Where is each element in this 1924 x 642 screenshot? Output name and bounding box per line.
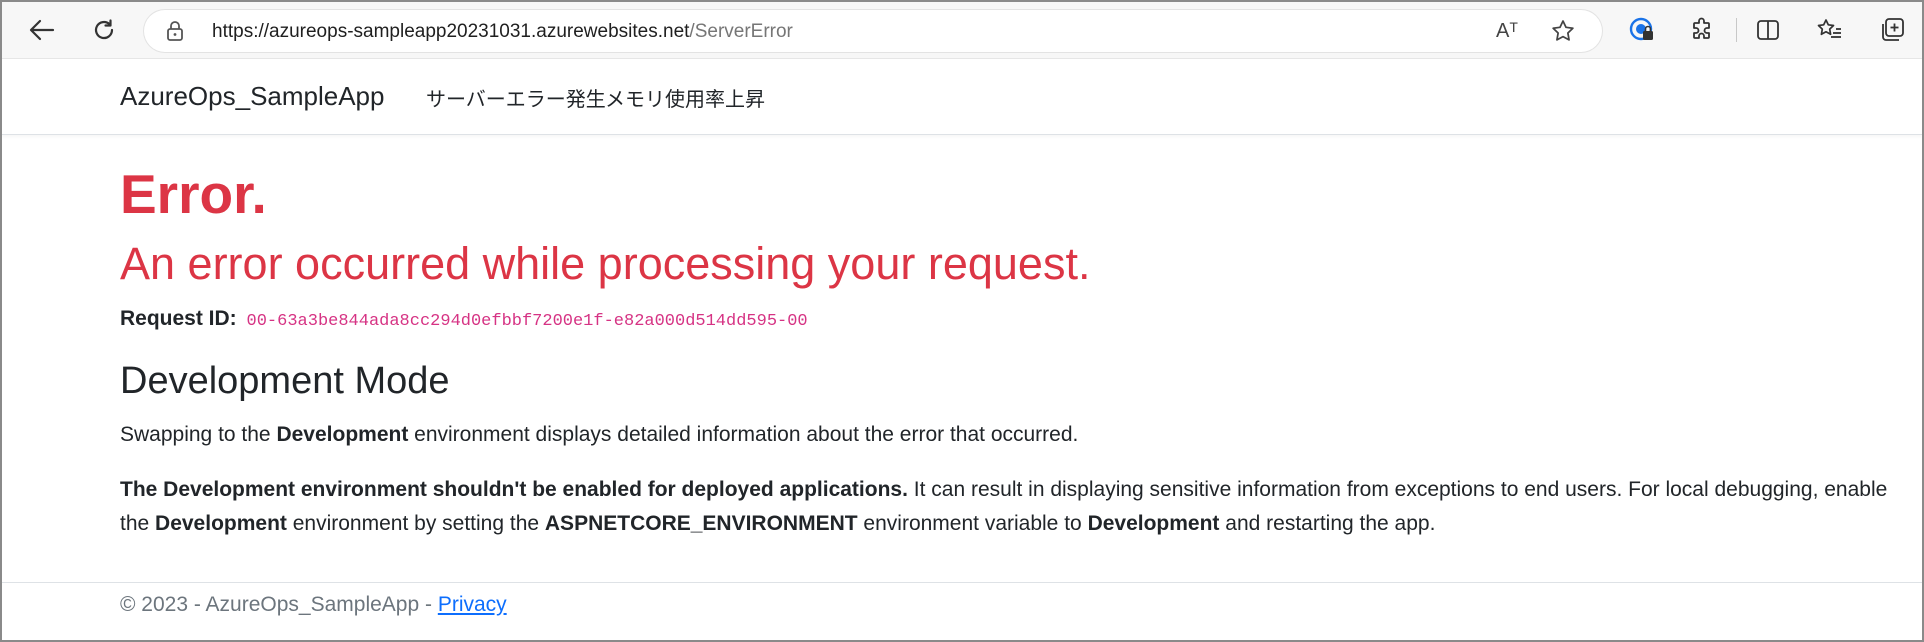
request-id-value: 00-63a3be844ada8cc294d0efbbf7200e1f-e82a… (246, 312, 808, 331)
site-navbar: AzureOps_SampleApp サーバーエラー発生 メモリ使用率上昇 (2, 59, 1922, 135)
browser-toolbar: https://azureops-sampleapp20231031.azure… (2, 2, 1922, 59)
dev-mode-paragraph-2: The Development environment shouldn't be… (120, 473, 1900, 541)
privacy-link[interactable]: Privacy (438, 593, 507, 616)
account-shield-icon[interactable] (1626, 14, 1658, 46)
back-icon[interactable] (26, 14, 58, 46)
footer-text: © 2023 - AzureOps_SampleApp - Privacy (120, 593, 507, 617)
url-text[interactable]: https://azureops-sampleapp20231031.azure… (212, 21, 793, 43)
p1-text-c: environment displays detailed informatio… (408, 423, 1079, 446)
refresh-icon[interactable] (88, 14, 120, 46)
copyright-text: © 2023 - AzureOps_SampleApp - (120, 593, 438, 616)
p2-bold-development-1: Development (155, 512, 287, 535)
collections-icon[interactable] (1876, 14, 1908, 46)
split-screen-icon[interactable] (1752, 14, 1784, 46)
p1-bold-development: Development (276, 423, 409, 446)
request-id-label: Request ID: (120, 307, 237, 330)
browser-window: https://azureops-sampleapp20231031.azure… (0, 0, 1924, 642)
site-footer: © 2023 - AzureOps_SampleApp - Privacy (2, 582, 1922, 640)
development-mode-heading: Development Mode (120, 360, 450, 402)
address-bar[interactable]: https://azureops-sampleapp20231031.azure… (144, 10, 1602, 52)
request-id-line: Request ID: 00-63a3be844ada8cc294d0efbbf… (120, 307, 808, 331)
toolbar-divider (1736, 18, 1737, 42)
brand-link[interactable]: AzureOps_SampleApp (120, 81, 384, 112)
lock-icon[interactable] (166, 20, 184, 47)
nav-link-server-error[interactable]: サーバーエラー発生 (426, 83, 606, 112)
url-host: https://azureops-sampleapp20231031.azure… (212, 21, 690, 42)
error-title: Error. (120, 163, 267, 225)
p2-text-d: environment by setting the (286, 512, 545, 535)
dev-mode-paragraph-1: Swapping to the Development environment … (120, 418, 1900, 452)
p2-bold-env-var: ASPNETCORE_ENVIRONMENT (544, 512, 858, 535)
url-path: /ServerError (689, 21, 793, 42)
p2-bold-development-2: Development (1087, 512, 1220, 535)
error-subtitle: An error occurred while processing your … (120, 238, 1091, 289)
favorites-icon[interactable] (1814, 14, 1846, 46)
p2-text-h: and restarting the app. (1219, 512, 1436, 535)
read-aloud-icon[interactable]: Aᵀ (1496, 20, 1518, 43)
extensions-icon[interactable] (1686, 14, 1718, 46)
p2-bold-warning: The Development environment shouldn't be… (120, 478, 908, 501)
favorite-star-icon[interactable] (1550, 18, 1576, 49)
nav-link-memory-usage[interactable]: メモリ使用率上昇 (605, 83, 765, 112)
p2-text-f: environment variable to (857, 512, 1088, 535)
p1-text-a: Swapping to the (120, 423, 277, 446)
